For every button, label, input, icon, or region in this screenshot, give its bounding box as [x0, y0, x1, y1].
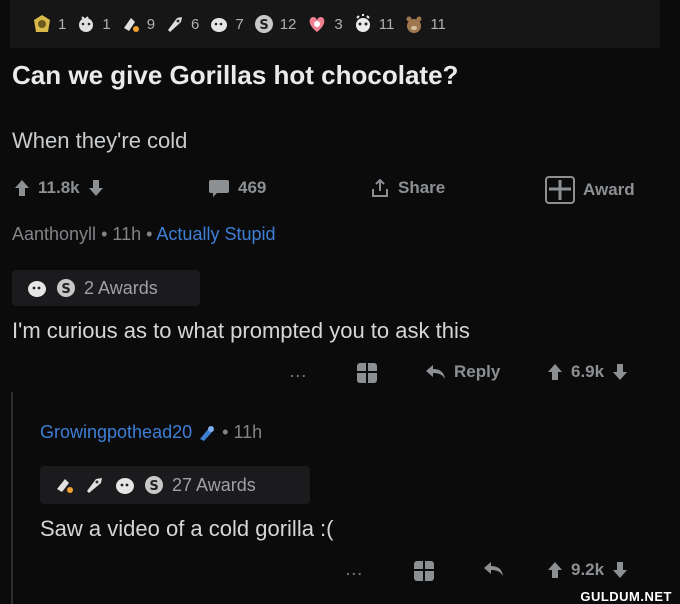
comment1-score: 6.9k [571, 362, 605, 381]
watermark: GULDUM.NET [580, 589, 672, 604]
rocket-icon [165, 14, 185, 34]
awards-count-label: 2 Awards [84, 277, 158, 298]
award-platinum[interactable]: 1 [32, 14, 66, 34]
helpful-icon [54, 475, 76, 495]
post-awards-bar: 1 1 9 6 7 S 12 3 11 11 [10, 0, 660, 48]
upvote-icon[interactable] [547, 561, 563, 579]
comment1-author[interactable]: Aanthonyll [12, 224, 96, 244]
more-options-button[interactable]: ... [346, 562, 364, 578]
comment2-text: Saw a video of a cold gorilla :( [40, 516, 334, 541]
comment2-vote: 9.2k [547, 560, 628, 580]
reply-label: Reply [454, 362, 501, 381]
award-count: 11 [378, 15, 395, 33]
post-body: When they're cold [12, 128, 188, 153]
award-count: 1 [58, 15, 67, 33]
comment1-age: 11h [112, 224, 142, 244]
downvote-icon[interactable] [612, 363, 628, 381]
award-count: 3 [334, 15, 343, 33]
user-flair: Actually Stupid [156, 224, 276, 244]
comment2-action-bar: ... 9.2k [0, 558, 680, 588]
award-bear[interactable]: 11 [404, 14, 446, 34]
comment2-meta: Growingpothead20 • 11h [40, 422, 262, 443]
comment1-vote: 6.9k [547, 362, 628, 382]
gift-icon [413, 558, 435, 582]
award-label: Award [583, 180, 635, 199]
heart-icon [306, 14, 328, 34]
comment1-awards[interactable]: S 2 Awards [12, 270, 200, 306]
doge-icon [26, 278, 48, 298]
wholesome-icon [76, 14, 96, 34]
silver-icon: S [144, 475, 164, 495]
more-icon: ... [346, 562, 364, 578]
reply-button[interactable]: Reply [424, 362, 500, 382]
post-title[interactable]: Can we give Gorillas hot chocolate? [12, 60, 458, 91]
award-count: 7 [235, 15, 244, 33]
award-count: 6 [191, 15, 200, 33]
comment1-action-bar: ... Reply 6.9k [0, 360, 680, 390]
comment2-author[interactable]: Growingpothead20 [40, 422, 192, 442]
award-facepalm[interactable]: 11 [353, 14, 395, 34]
comment1-meta: Aanthonyll • 11h • Actually Stupid [12, 224, 276, 245]
award-count: 11 [430, 15, 446, 33]
rocket-icon [84, 475, 106, 495]
user-badge-icon [197, 424, 217, 442]
reply-button[interactable] [482, 560, 504, 578]
gift-icon [545, 176, 575, 204]
award-silver[interactable]: S 12 [254, 14, 297, 34]
comment1-award-button[interactable] [356, 360, 378, 384]
facepalm-icon [353, 14, 373, 34]
award-helpful[interactable]: 9 [121, 14, 155, 34]
svg-text:S: S [149, 479, 158, 494]
comments-button[interactable]: 469 [208, 178, 266, 198]
comment1-text: I'm curious as to what prompted you to a… [12, 318, 470, 343]
comment2-score: 9.2k [571, 560, 605, 579]
post-action-bar: 11.8k 469 Share Award [0, 176, 680, 206]
comment2-age: 11h [233, 422, 263, 442]
share-button[interactable]: Share [370, 178, 445, 198]
gift-icon [356, 360, 378, 384]
downvote-icon[interactable] [88, 179, 104, 197]
helpful-icon [121, 14, 141, 34]
silver-icon: S [254, 14, 274, 34]
award-count: 12 [279, 15, 297, 33]
svg-text:S: S [61, 282, 70, 297]
upvote-icon[interactable] [14, 179, 30, 197]
award-button[interactable]: Award [545, 176, 635, 204]
award-heart[interactable]: 3 [306, 14, 343, 34]
doge-icon [209, 14, 229, 34]
more-options-button[interactable]: ... [290, 364, 308, 380]
separator-dot: • [222, 422, 234, 442]
reply-icon [424, 363, 446, 381]
doge-icon [114, 475, 136, 495]
post-score: 11.8k [38, 178, 80, 197]
svg-text:S: S [259, 18, 268, 33]
comment-icon [208, 178, 230, 198]
comment2-award-button[interactable] [413, 558, 435, 582]
reply-icon [482, 560, 504, 578]
award-wholesome[interactable]: 1 [76, 14, 111, 34]
separator-dot: • [101, 224, 113, 244]
platinum-icon [32, 14, 52, 34]
award-doge[interactable]: 7 [209, 14, 244, 34]
downvote-icon[interactable] [612, 561, 628, 579]
award-count: 9 [146, 15, 156, 33]
comment2-awards[interactable]: S 27 Awards [40, 466, 310, 504]
silver-icon: S [56, 278, 76, 298]
comment-count: 469 [238, 178, 267, 197]
share-label: Share [398, 178, 446, 197]
bear-icon [404, 14, 424, 34]
awards-count-label: 27 Awards [172, 474, 256, 495]
more-icon: ... [290, 364, 308, 380]
separator-dot: • [146, 224, 157, 244]
share-icon [370, 178, 390, 198]
post-vote: 11.8k [14, 178, 104, 198]
award-rocket[interactable]: 6 [165, 14, 199, 34]
upvote-icon[interactable] [547, 363, 563, 381]
award-count: 1 [102, 15, 111, 33]
